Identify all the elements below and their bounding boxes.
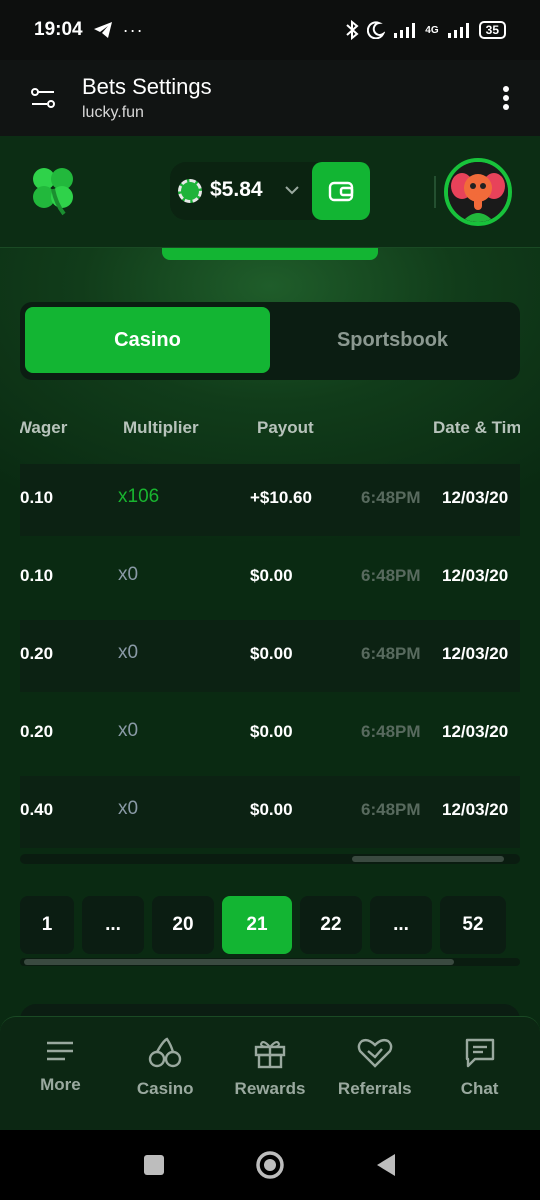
cell-payout: $0.00 (250, 566, 293, 585)
cell-multiplier: x0 (118, 798, 139, 819)
cell-time: 6:48PM (361, 644, 421, 663)
table-header: Wager Multiplier Payout Date & Time (20, 402, 520, 454)
moon-icon (367, 21, 386, 39)
cell-time: 6:48PM (361, 800, 421, 819)
coin-chip-icon (178, 179, 202, 203)
page-title: Bets Settings (82, 74, 212, 99)
column-header-wager: Wager (20, 418, 68, 437)
menu-icon (47, 1041, 74, 1061)
home-circle-icon[interactable] (255, 1150, 285, 1180)
recents-square-icon[interactable] (143, 1154, 165, 1176)
status-time: 19:04 (34, 19, 83, 40)
chevron-down-icon (285, 186, 299, 195)
page-url: lucky.fun (82, 104, 144, 121)
table-horizontal-scrollbar[interactable] (20, 854, 520, 864)
site-topbar: $5.84 (0, 136, 540, 248)
column-header-date-time: Date & Time (433, 418, 520, 437)
battery-icon: 35 (478, 21, 506, 39)
nav-label-rewards: Rewards (234, 1079, 306, 1098)
nav-item-rewards[interactable]: Rewards (220, 1017, 320, 1130)
page-button-21-current[interactable]: 21 (222, 896, 292, 954)
cell-date: 12/03/20 (442, 566, 509, 585)
page-button-20[interactable]: 20 (152, 896, 214, 954)
cell-time: 6:48PM (361, 566, 421, 585)
page-button-52[interactable]: 52 (440, 896, 506, 954)
cell-date: 12/03/20 (442, 644, 509, 663)
page-button-22[interactable]: 22 (300, 896, 362, 954)
cell-wager: 0.40 (20, 800, 54, 819)
nav-item-chat[interactable]: Chat (430, 1017, 530, 1130)
page-ellipsis[interactable]: ... (82, 896, 144, 954)
cell-multiplier: x0 (118, 642, 139, 663)
cell-wager: 0.20 (20, 722, 54, 741)
table-row[interactable]: 0.40 x0 $0.00 6:48PM 12/03/20 (20, 776, 520, 848)
cell-payout: $0.00 (250, 722, 293, 741)
nav-label-referrals: Referrals (337, 1079, 412, 1098)
kebab-menu-icon[interactable] (502, 85, 510, 111)
cell-payout: +$10.60 (250, 488, 312, 507)
column-header-multiplier: Multiplier (123, 418, 199, 437)
page-button-1[interactable]: 1 (20, 896, 74, 954)
table-row[interactable]: 0.10 x0 $0.00 6:48PM 12/03/20 (20, 542, 520, 614)
system-navigation-bar (0, 1130, 540, 1200)
column-header-payout: Payout (257, 418, 314, 437)
signal-icon (394, 23, 416, 38)
bets-tabs: Casino Sportsbook (20, 302, 520, 380)
cell-date: 12/03/20 (442, 488, 509, 507)
status-bar: 19:04 ··· 4G 35 (0, 0, 540, 60)
topbar-divider (434, 176, 436, 208)
nav-item-casino[interactable]: Casino (115, 1017, 215, 1130)
nav-label-more: More (40, 1075, 81, 1094)
tab-sportsbook[interactable]: Sportsbook (270, 307, 515, 373)
telegram-icon (93, 22, 112, 38)
wallet-icon (328, 181, 354, 202)
cell-multiplier: x106 (118, 486, 160, 507)
clover-logo-icon[interactable] (26, 162, 80, 216)
chat-icon (465, 1038, 494, 1068)
table-row[interactable]: 0.20 x0 $0.00 6:48PM 12/03/20 (20, 620, 520, 692)
scrollbar-thumb[interactable] (352, 856, 504, 862)
network-type: 4G (425, 24, 439, 36)
nav-label-casino: Casino (136, 1079, 194, 1098)
avatar[interactable] (444, 158, 512, 226)
cell-payout: $0.00 (250, 644, 293, 663)
settings-sliders-icon[interactable] (30, 87, 56, 109)
tab-casino[interactable]: Casino (25, 307, 270, 373)
cell-multiplier: x0 (118, 720, 139, 741)
bluetooth-icon (346, 20, 359, 40)
pagination-scrollbar[interactable] (20, 958, 520, 966)
balance-amount: $5.84 (210, 178, 263, 201)
back-triangle-icon[interactable] (375, 1153, 397, 1177)
gift-icon (254, 1041, 286, 1069)
cell-time: 6:48PM (361, 488, 421, 507)
cell-time: 6:48PM (361, 722, 421, 741)
cell-wager: 0.10 (20, 566, 54, 585)
bottom-nav: More Casino Rewards Referrals Chat (0, 1016, 540, 1130)
pagination: 1 ... 20 21 22 ... 52 (20, 896, 520, 956)
more-notifications-icon: ··· (122, 19, 144, 40)
nav-item-referrals[interactable]: Referrals (325, 1017, 425, 1130)
promo-strip[interactable] (162, 248, 378, 260)
nav-label-chat: Chat (460, 1079, 499, 1098)
table-row[interactable]: 0.10 x106 +$10.60 6:48PM 12/03/20 (20, 464, 520, 536)
scrollbar-thumb[interactable] (24, 959, 454, 965)
table-row[interactable]: 0.20 x0 $0.00 6:48PM 12/03/20 (20, 698, 520, 770)
handshake-icon (357, 1038, 393, 1068)
cell-payout: $0.00 (250, 800, 293, 819)
elephant-avatar-icon (448, 162, 508, 222)
wallet-button[interactable] (312, 162, 370, 220)
main-content: $5.84 Casino Sportsbook Wager Multiplier… (0, 136, 540, 1130)
signal-icon-2 (447, 23, 469, 38)
app-header: Bets Settings lucky.fun (0, 60, 540, 136)
nav-item-more[interactable]: More (10, 1017, 110, 1130)
bets-table: Wager Multiplier Payout Date & Time 0.10… (20, 402, 520, 852)
cell-multiplier: x0 (118, 564, 139, 585)
cell-wager: 0.10 (20, 488, 54, 507)
cherries-icon (148, 1037, 182, 1068)
cell-date: 12/03/20 (442, 722, 509, 741)
cell-wager: 0.20 (20, 644, 54, 663)
cell-date: 12/03/20 (442, 800, 509, 819)
page-ellipsis[interactable]: ... (370, 896, 432, 954)
